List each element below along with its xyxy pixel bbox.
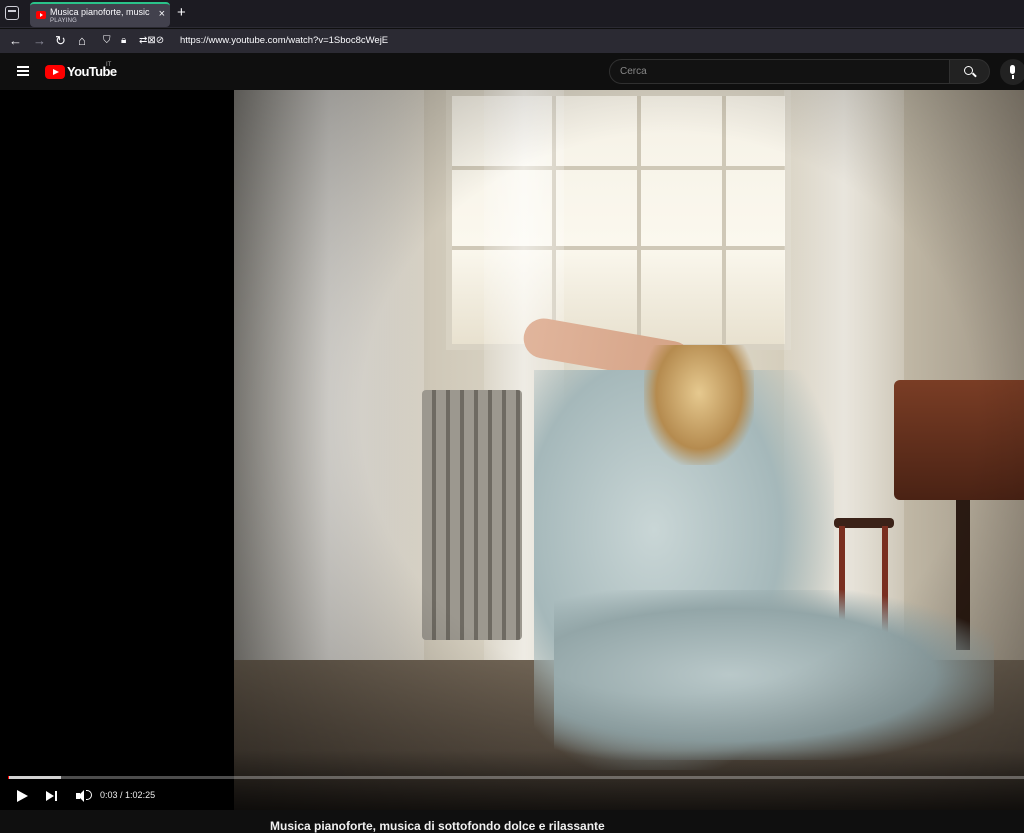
new-tab-icon[interactable]: + (177, 4, 186, 21)
current-time: 0:03 (100, 790, 118, 800)
tab-title: Musica pianoforte, musica di sottofondo … (50, 7, 150, 17)
browser-tab-strip: Musica pianoforte, musica di sottofondo … (0, 0, 1024, 28)
url-field[interactable]: https://www.youtube.com/watch?v=1Sboc8cW… (180, 35, 388, 46)
tab-audio-status: PLAYING (50, 18, 77, 24)
time-separator: / (117, 790, 126, 800)
search-button[interactable] (949, 59, 990, 84)
shield-icon[interactable]: ⛉ (103, 34, 111, 48)
time-display: 0:03 / 1:02:25 (100, 790, 155, 800)
voice-search-button[interactable] (1000, 59, 1024, 85)
youtube-logo[interactable] (45, 65, 65, 79)
video-player[interactable]: 0:03 / 1:02:25 (0, 90, 1024, 810)
lock-icon[interactable]: 🔒︎ (121, 34, 126, 48)
tab-list-icon[interactable] (5, 6, 19, 20)
next-icon[interactable] (44, 788, 62, 804)
permissions-icon[interactable]: ⇄⊠⊘ (139, 34, 164, 48)
reload-icon[interactable]: ↻ (55, 33, 66, 49)
played-bar (8, 776, 9, 779)
microphone-icon (1010, 65, 1015, 74)
home-icon[interactable]: ⌂ (78, 33, 86, 49)
back-icon[interactable]: ← (9, 33, 22, 49)
menu-icon[interactable] (17, 66, 29, 76)
country-code: IT (106, 62, 112, 68)
controls-overlay (0, 750, 1024, 810)
youtube-masthead: YouTube IT (0, 53, 1024, 90)
forward-icon[interactable]: → (33, 33, 46, 49)
video-info: Musica pianoforte, musica di sottofondo … (0, 810, 1024, 833)
youtube-favicon (36, 11, 46, 19)
browser-tab-active[interactable]: Musica pianoforte, musica di sottofondo … (30, 2, 170, 27)
search-box (609, 59, 950, 84)
browser-nav-bar: ← → ↻ ⌂ ⛉ 🔒︎ ⇄⊠⊘ https://www.youtube.com… (0, 29, 1024, 53)
close-icon[interactable]: × (159, 8, 165, 20)
buffered-bar (8, 776, 61, 779)
play-icon[interactable] (14, 788, 32, 804)
video-frame (234, 90, 1024, 810)
duration: 1:02:25 (125, 790, 156, 800)
progress-bar[interactable] (8, 776, 1024, 779)
search-input[interactable] (620, 60, 940, 83)
